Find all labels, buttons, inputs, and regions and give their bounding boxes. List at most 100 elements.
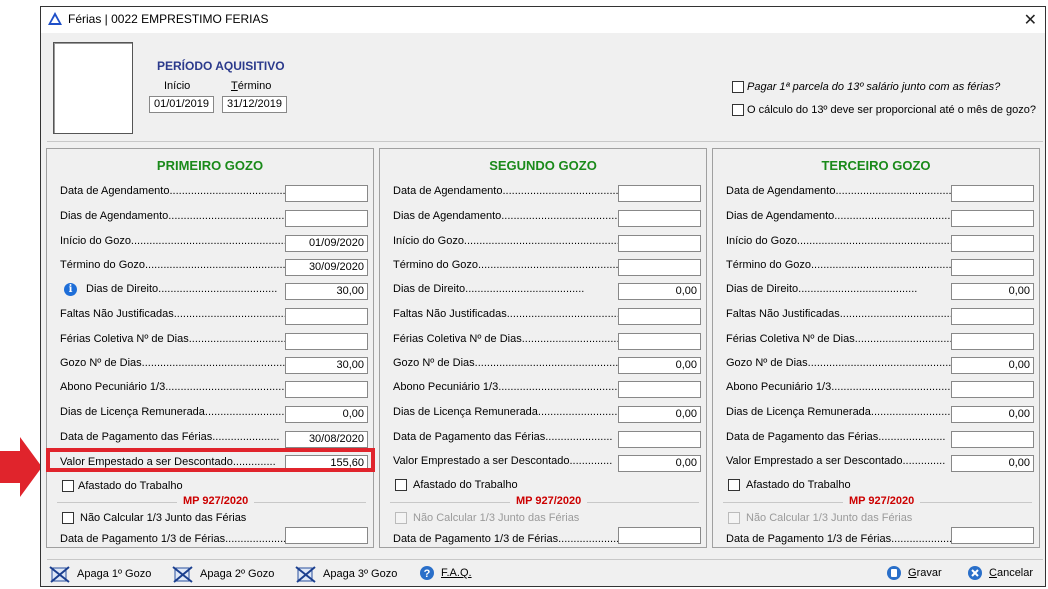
apaga-2-label: Apaga 2º Gozo — [200, 568, 275, 580]
periodo-title: PERÍODO AQUISITIVO — [157, 59, 285, 73]
inicio-gozo-field[interactable] — [618, 235, 701, 252]
dias-agendamento-field[interactable] — [285, 210, 368, 227]
mp-divider-right — [920, 502, 1032, 503]
ferias-coletiva-label: Férias Coletiva Nº de Dias..............… — [393, 333, 638, 345]
afastado-checkbox[interactable] — [728, 479, 740, 491]
faq-button[interactable]: ? F.A.Q. — [419, 565, 472, 581]
cancel-icon — [968, 566, 982, 580]
valor-emprestado-field[interactable]: 0,00 — [618, 455, 701, 472]
nao-calcular-label: Não Calcular 1/3 Junto das Férias — [413, 512, 580, 524]
pagamento-13-field[interactable] — [285, 527, 368, 544]
faltas-field[interactable] — [618, 308, 701, 325]
abono-field[interactable] — [618, 381, 701, 398]
title-bar: Férias | 0022 EMPRESTIMO FERIAS ✕ — [41, 7, 1045, 33]
gozo-dias-label: Gozo Nº de Dias.........................… — [393, 357, 646, 369]
mp-divider-left — [390, 502, 510, 503]
pagamento-field[interactable] — [618, 431, 701, 448]
save-icon — [887, 566, 901, 580]
dias-agendamento-field[interactable] — [951, 210, 1034, 227]
gravar-button[interactable]: Gravar — [886, 565, 942, 581]
faq-label: F.A.Q. — [441, 567, 472, 579]
pagamento-label: Data de Pagamento das Férias............… — [393, 431, 613, 443]
data-agendamento-field[interactable] — [285, 185, 368, 202]
inicio-gozo-label: Início do Gozo..........................… — [393, 235, 633, 247]
abono-field[interactable] — [951, 381, 1034, 398]
termino-field[interactable]: 31/12/2019 — [222, 96, 287, 113]
header-divider — [47, 141, 1043, 142]
apaga-3-gozo-button[interactable]: Apaga 3º Gozo — [295, 565, 397, 583]
termino-gozo-label: Término do Gozo.........................… — [726, 259, 973, 271]
ferias-coletiva-label: Férias Coletiva Nº de Dias..............… — [726, 333, 971, 345]
pagamento-13-label: Data de Pagamento 1/3 de Férias.........… — [60, 533, 299, 545]
cancelar-button[interactable]: Cancelar — [967, 565, 1033, 581]
pagamento-13-field[interactable] — [951, 527, 1034, 544]
ferias-coletiva-label: Férias Coletiva Nº de Dias..............… — [60, 333, 305, 345]
app-logo-icon — [48, 12, 62, 25]
afastado-checkbox[interactable] — [395, 479, 407, 491]
afastado-checkbox[interactable] — [62, 480, 74, 492]
termino-gozo-field[interactable] — [618, 259, 701, 276]
mp-divider-left — [723, 502, 843, 503]
termino-gozo-label: Término do Gozo.........................… — [60, 259, 307, 271]
close-icon[interactable]: ✕ — [1024, 10, 1037, 30]
highlight-box — [46, 448, 375, 472]
gozo-dias-field[interactable]: 0,00 — [951, 357, 1034, 374]
ferias-coletiva-field[interactable] — [618, 333, 701, 350]
nao-calcular-checkbox[interactable] — [62, 512, 74, 524]
panel-primeiro-gozo: PRIMEIRO GOZO Data de Agendamento.......… — [46, 148, 374, 548]
afastado-label: Afastado do Trabalho — [746, 479, 851, 491]
nao-calcular-checkbox[interactable] — [728, 512, 740, 524]
valor-emprestado-field[interactable]: 0,00 — [951, 455, 1034, 472]
mp-label: MP 927/2020 — [183, 495, 249, 507]
gozo-dias-field[interactable]: 30,00 — [285, 357, 368, 374]
termino-gozo-field[interactable]: 30/09/2020 — [285, 259, 368, 276]
gozo-dias-field[interactable]: 0,00 — [618, 357, 701, 374]
inicio-gozo-field[interactable]: 01/09/2020 — [285, 235, 368, 252]
afastado-label: Afastado do Trabalho — [78, 480, 183, 492]
info-icon[interactable]: i — [64, 283, 77, 296]
svg-text:?: ? — [424, 568, 431, 580]
ferias-window: Férias | 0022 EMPRESTIMO FERIAS ✕ PERÍOD… — [40, 6, 1046, 587]
apaga-1-gozo-button[interactable]: Apaga 1º Gozo — [49, 565, 151, 583]
nao-calcular-checkbox[interactable] — [395, 512, 407, 524]
panel-title: PRIMEIRO GOZO — [156, 158, 264, 173]
pagamento-field[interactable]: 30/08/2020 — [285, 431, 368, 448]
licenca-label: Dias de Licença Remunerada..............… — [393, 406, 621, 418]
afastado-label: Afastado do Trabalho — [413, 479, 518, 491]
ferias-coletiva-field[interactable] — [285, 333, 368, 350]
panel-title: TERCEIRO GOZO — [821, 158, 931, 173]
calculo-13-label: O cálculo do 13º deve ser proporcional a… — [747, 104, 1036, 116]
pagamento-field[interactable] — [951, 431, 1034, 448]
nao-calcular-label: Não Calcular 1/3 Junto das Férias — [80, 512, 247, 524]
faltas-label: Faltas Não Justificadas.................… — [393, 308, 633, 320]
faltas-field[interactable] — [951, 308, 1034, 325]
data-agendamento-field[interactable] — [618, 185, 701, 202]
dias-direito-field[interactable]: 30,00 — [285, 283, 368, 300]
dias-direito-field[interactable]: 0,00 — [951, 283, 1034, 300]
dias-agendamento-field[interactable] — [618, 210, 701, 227]
termino-gozo-field[interactable] — [951, 259, 1034, 276]
apaga-2-gozo-button[interactable]: Apaga 2º Gozo — [172, 565, 274, 583]
licenca-field[interactable]: 0,00 — [285, 406, 368, 423]
pagar-13-checkbox[interactable] — [732, 81, 744, 93]
help-icon: ? — [420, 566, 434, 580]
licenca-field[interactable]: 0,00 — [618, 406, 701, 423]
gravar-rest: ravar — [916, 567, 942, 579]
inicio-field[interactable]: 01/01/2019 — [149, 96, 214, 113]
licenca-label: Dias de Licença Remunerada..............… — [60, 406, 288, 418]
photo-frame — [53, 42, 133, 134]
calculo-13-checkbox[interactable] — [732, 104, 744, 116]
mp-divider-left — [57, 502, 177, 503]
pagamento-13-field[interactable] — [618, 527, 701, 544]
faltas-field[interactable] — [285, 308, 368, 325]
gravar-label: Gravar — [908, 567, 942, 579]
dias-direito-field[interactable]: 0,00 — [618, 283, 701, 300]
ferias-coletiva-field[interactable] — [951, 333, 1034, 350]
inicio-gozo-field[interactable] — [951, 235, 1034, 252]
licenca-field[interactable]: 0,00 — [951, 406, 1034, 423]
abono-label: Abono Pecuniário 1/3....................… — [393, 381, 648, 393]
inicio-gozo-label: Início do Gozo..........................… — [726, 235, 966, 247]
abono-field[interactable] — [285, 381, 368, 398]
termino-label: Término — [231, 80, 271, 92]
data-agendamento-field[interactable] — [951, 185, 1034, 202]
